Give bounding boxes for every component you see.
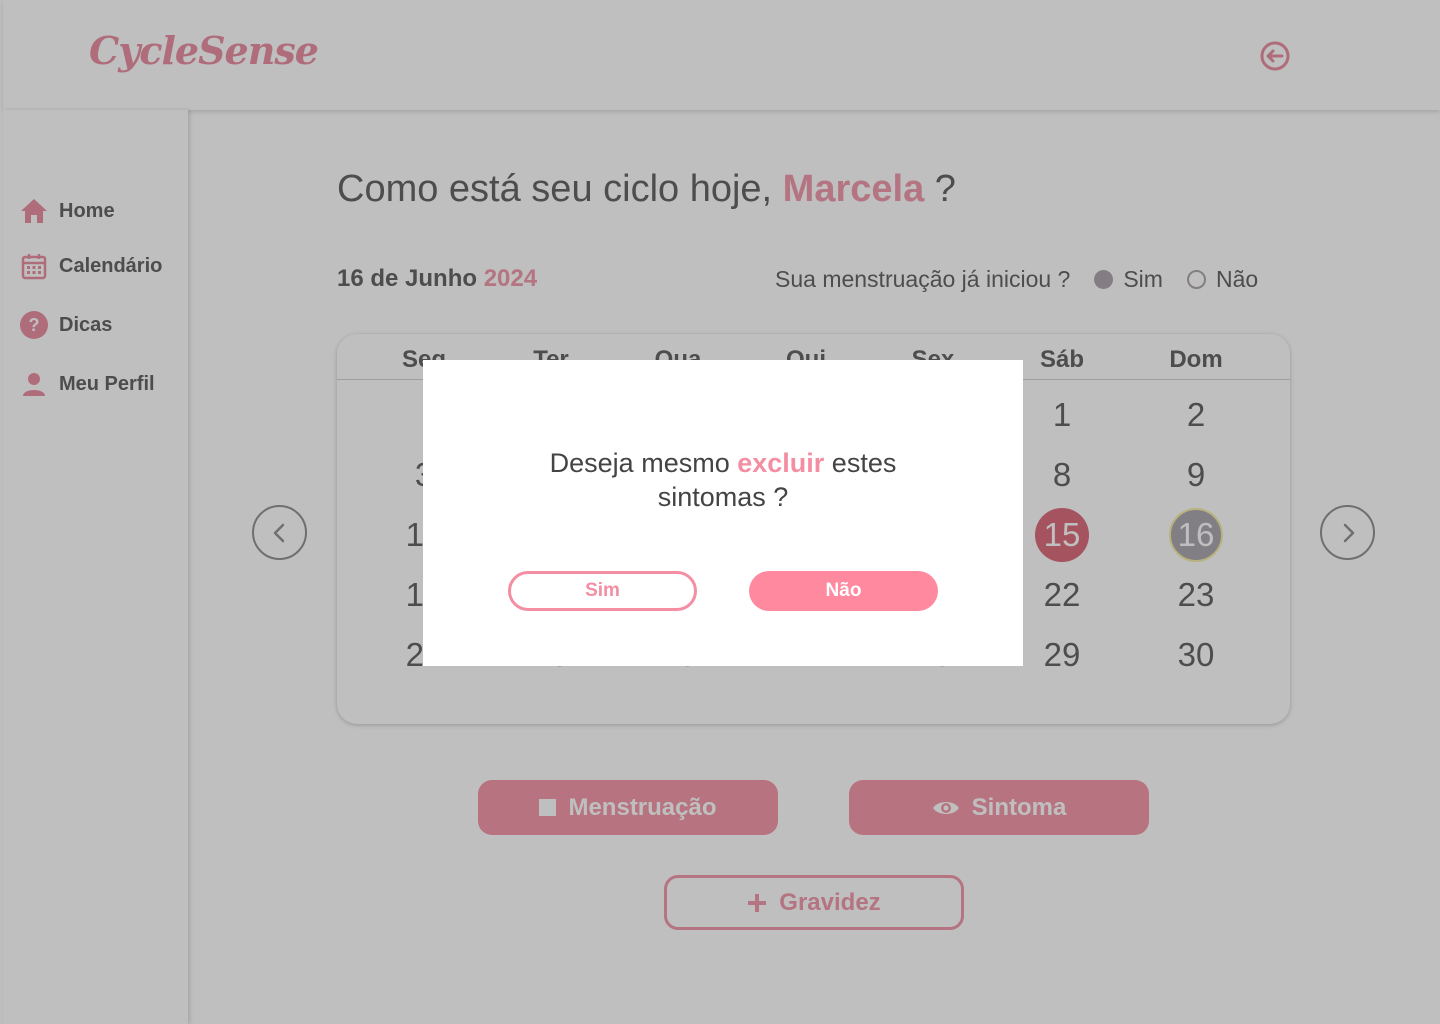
confirm-delete-dialog: Deseja mesmo excluir estes sintomas ? Si… — [423, 360, 1023, 666]
confirm-no-button[interactable]: Não — [749, 571, 938, 611]
dialog-message: Deseja mesmo excluir estes sintomas ? — [513, 446, 933, 514]
confirm-yes-button[interactable]: Sim — [508, 571, 697, 611]
dialog-highlight: excluir — [737, 448, 825, 478]
dialog-text: Deseja mesmo — [549, 448, 738, 478]
